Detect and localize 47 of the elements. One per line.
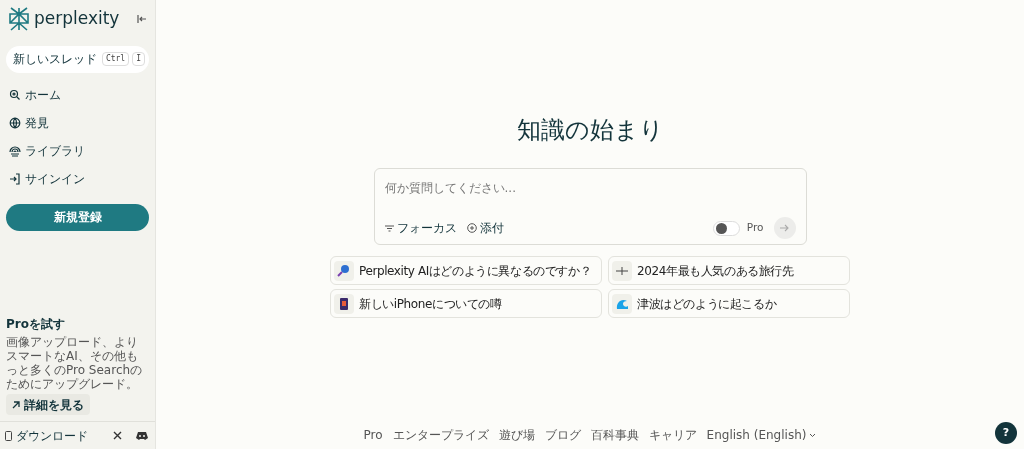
details-button[interactable]: 詳細を見る — [6, 394, 90, 415]
search-box[interactable]: 何か質問してください... フォーカス 添付 Pro — [373, 168, 807, 245]
logo-text: perplexity — [34, 7, 120, 30]
signal-icon — [9, 144, 21, 157]
chat-bubble-icon[interactable] — [136, 431, 148, 440]
focus-button[interactable]: フォーカス — [384, 219, 457, 237]
help-button[interactable]: ? — [995, 422, 1017, 444]
signup-button[interactable]: 新規登録 — [6, 203, 149, 231]
home-icon — [9, 88, 21, 101]
phone-icon — [5, 430, 12, 441]
plus-circle-icon — [466, 223, 477, 233]
footer-link[interactable]: キャリア — [648, 426, 697, 444]
footer-link[interactable]: エンタープライズ — [392, 426, 489, 444]
sign-in-icon — [9, 172, 21, 185]
nav-link[interactable]: ライブラリ — [9, 140, 146, 161]
nav-link[interactable]: 発見 — [9, 112, 146, 133]
pro-toggle[interactable] — [712, 220, 740, 236]
footer-link[interactable]: 百科事典 — [590, 426, 639, 444]
suggestion-card[interactable]: 2024年最も人気のある旅行先 — [608, 256, 850, 285]
key-label: Ctrl — [101, 52, 130, 66]
footer-link[interactable]: ブログ — [544, 426, 581, 444]
footer-link[interactable]: English (English) — [706, 426, 817, 444]
promo-text: 画像アップロード、よりスマートなAI、その他もっと多くのPro Searchのためにアップグレード。 — [6, 335, 144, 391]
nav-link[interactable]: ホーム — [9, 84, 146, 105]
filter-icon — [384, 224, 394, 232]
arrow-right-icon — [780, 224, 789, 232]
magnifier-icon — [337, 263, 351, 278]
suggestion-card[interactable]: 津波はどのように起こるか — [608, 289, 850, 318]
footer-link[interactable]: Pro — [363, 426, 383, 444]
nav-link[interactable]: サインイン — [9, 168, 146, 189]
collapse-icon[interactable] — [137, 13, 147, 24]
logo-icon — [8, 6, 30, 31]
footer-link[interactable]: 遊び場 — [498, 426, 535, 444]
x-logo-icon[interactable] — [113, 431, 122, 440]
suggestion-card[interactable]: Perplexity AIはどのように異なるのですか？ — [330, 256, 602, 285]
new-thread-button[interactable]: 新しいスレッド Ctrl I — [6, 45, 149, 73]
download-link[interactable]: ダウンロード — [5, 426, 88, 445]
page-heading: 知識の始まり — [516, 115, 664, 146]
phone-icon — [337, 296, 351, 311]
key-label: I — [132, 52, 145, 66]
attach-button[interactable]: 添付 — [466, 219, 504, 237]
globe-icon — [9, 116, 21, 129]
suggestion-card[interactable]: 新しいiPhoneについての噂 — [330, 289, 602, 318]
promo-title: Proを試す — [6, 316, 66, 333]
pro-label: Pro — [746, 220, 764, 236]
chevron-down-icon — [809, 432, 817, 438]
arrow-icon — [12, 400, 20, 409]
